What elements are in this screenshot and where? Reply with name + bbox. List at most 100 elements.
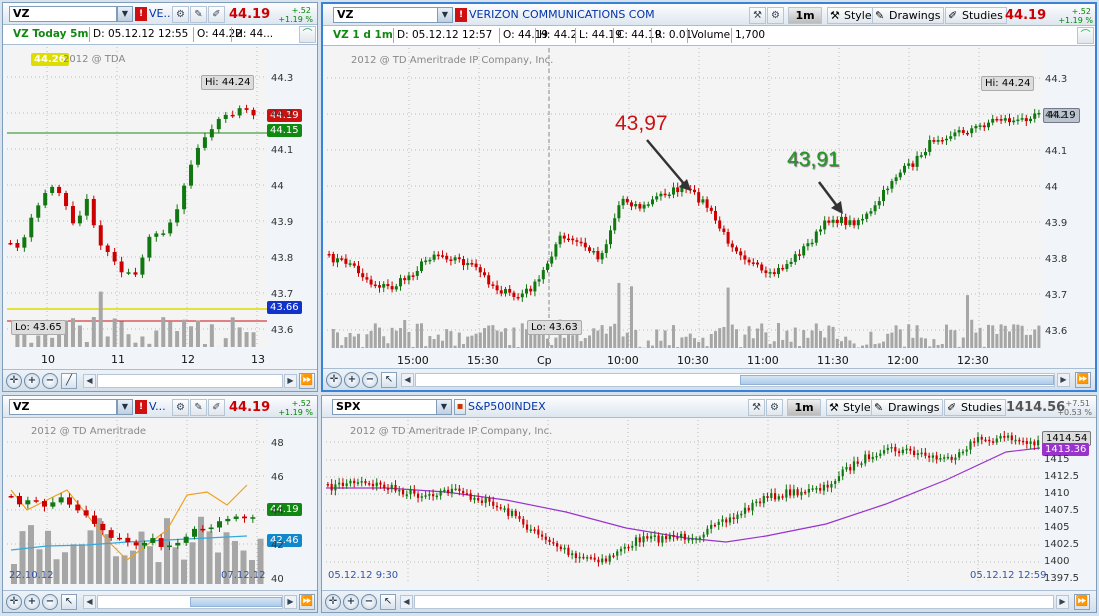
crosshair-icon[interactable]: ✛	[6, 373, 22, 389]
plug-icon[interactable]: ⚙	[766, 399, 783, 416]
candle-body	[613, 218, 617, 231]
aggregation-button[interactable]: 1m	[788, 7, 822, 24]
candle-body	[33, 500, 39, 502]
crosshair-icon[interactable]: ✛	[6, 594, 22, 610]
price-plot[interactable]: 2012 @ TD Ameritrade 22.10.12 07.12.12	[7, 420, 267, 584]
pan-icon[interactable]: ⏩	[299, 373, 315, 389]
candle-body	[522, 518, 525, 525]
price-plot[interactable]: 2012 @ TD Ameritrade IP Company, Inc. 05…	[326, 420, 1047, 584]
scroll-left-icon[interactable]: ◀	[400, 595, 413, 609]
dropdown-arrow-icon[interactable]: ▼	[437, 7, 453, 23]
zoom-out-icon[interactable]: −	[362, 372, 378, 388]
candle-body	[399, 278, 402, 287]
pin-icon[interactable]: ✐	[208, 399, 225, 416]
zoom-in-icon[interactable]: +	[344, 372, 360, 388]
pointer-icon[interactable]: ↖	[381, 372, 397, 388]
drawings-button[interactable]: ✎ Drawings	[872, 7, 945, 24]
zoom-in-icon[interactable]: +	[343, 594, 359, 610]
plug-icon[interactable]: ⚙	[172, 6, 189, 23]
style-icon: ⚒	[830, 9, 840, 22]
horizontal-scrollbar[interactable]	[414, 595, 1054, 609]
dropdown-arrow-icon[interactable]: ▼	[436, 399, 452, 415]
expand-icon[interactable]: ⌒	[1077, 27, 1094, 44]
aggregation-button[interactable]: 1m	[787, 399, 821, 416]
candle-body	[503, 508, 506, 510]
scroll-right-icon[interactable]: ▶	[284, 374, 297, 388]
candle-body	[50, 502, 56, 507]
scroll-right-icon[interactable]: ▶	[1056, 595, 1069, 609]
zoom-out-icon[interactable]: −	[361, 594, 377, 610]
pin-icon[interactable]: ✐	[208, 6, 225, 23]
pan-icon[interactable]: ⏩	[1075, 372, 1091, 388]
dropdown-arrow-icon[interactable]: ▼	[117, 6, 133, 22]
plug-icon[interactable]: ⚙	[767, 7, 784, 24]
scroll-left-icon[interactable]: ◀	[83, 374, 96, 388]
candle-body	[175, 542, 181, 546]
horizontal-scrollbar[interactable]	[97, 595, 283, 609]
candle-body	[869, 211, 873, 214]
pan-icon[interactable]: ⏩	[1074, 594, 1090, 610]
style-button[interactable]: ⚒ Style	[827, 7, 876, 24]
volume-bar	[793, 327, 797, 348]
volume-bar	[911, 337, 915, 348]
zoom-out-icon[interactable]: −	[42, 373, 58, 389]
volume-bar	[966, 295, 969, 348]
zoom-out-icon[interactable]: −	[42, 594, 58, 610]
price-plot[interactable]: 44.26 2012 @ TDA Hi: 44.24 Lo: 43.65	[7, 47, 267, 347]
candle-body	[75, 504, 81, 511]
studies-button[interactable]: ✐ Studies	[945, 7, 1007, 24]
pencil-icon[interactable]: ✎	[190, 6, 207, 23]
symbol-input[interactable]: VZ	[333, 7, 439, 23]
drawings-button[interactable]: ✎ Drawings	[871, 399, 944, 416]
expand-icon[interactable]: ⌒	[299, 26, 316, 43]
plug-icon[interactable]: ▪	[454, 399, 466, 415]
net-change: +.52	[291, 399, 311, 408]
candle-body	[777, 496, 780, 500]
horizontal-scrollbar[interactable]	[97, 374, 283, 388]
horizontal-scrollbar[interactable]	[415, 373, 1055, 387]
pointer-icon[interactable]: ↖	[380, 594, 396, 610]
crosshair-icon[interactable]: ✛	[325, 594, 341, 610]
alert-badge[interactable]: !	[135, 7, 147, 21]
scroll-thumb[interactable]	[190, 597, 282, 607]
chart-pane-vz-intraday: VZ ▼ ! VERIZON COMMUNICATIONS COM ⚒ ⚙ 1m…	[321, 2, 1097, 392]
volume-bar	[378, 327, 381, 348]
scroll-left-icon[interactable]: ◀	[83, 595, 96, 609]
scroll-left-icon[interactable]: ◀	[401, 373, 414, 387]
price-plot[interactable]: 2012 @ TD Ameritrade IP Company, Inc. Hi…	[327, 48, 1041, 348]
draw-icon[interactable]: ╱	[61, 373, 77, 389]
candle-body	[911, 163, 915, 167]
volume-bar	[894, 325, 898, 348]
wrench-icon[interactable]: ⚒	[749, 7, 766, 24]
alert-badge[interactable]: !	[455, 8, 467, 22]
dropdown-arrow-icon[interactable]: ▼	[117, 399, 133, 415]
x-tick-label: 12:00	[887, 354, 919, 367]
pan-icon[interactable]: ⏩	[299, 594, 315, 610]
zoom-in-icon[interactable]: +	[24, 594, 40, 610]
crosshair-icon[interactable]: ✛	[326, 372, 342, 388]
pointer-icon[interactable]: ↖	[61, 594, 77, 610]
volume-bar	[1029, 334, 1032, 348]
alert-badge[interactable]: !	[135, 400, 147, 414]
candle-body	[830, 483, 833, 488]
scroll-right-icon[interactable]: ▶	[284, 595, 297, 609]
volume-bar	[550, 344, 554, 348]
wrench-icon[interactable]: ⚒	[748, 399, 765, 416]
candle-body	[386, 488, 390, 490]
candle-body	[586, 557, 589, 559]
plug-icon[interactable]: ⚙	[172, 399, 189, 416]
symbol-input[interactable]: SPX	[332, 399, 438, 415]
zoom-in-icon[interactable]: +	[24, 373, 40, 389]
candle-body	[1029, 118, 1032, 122]
symbol-input[interactable]: VZ	[9, 6, 117, 22]
symbol-input[interactable]: VZ	[9, 399, 117, 415]
candle-body	[802, 246, 806, 256]
pencil-icon[interactable]: ✎	[190, 399, 207, 416]
scroll-right-icon[interactable]: ▶	[1057, 373, 1070, 387]
candle-body	[495, 505, 499, 508]
style-button[interactable]: ⚒ Style	[826, 399, 875, 416]
scroll-thumb[interactable]	[740, 375, 1054, 385]
candle-body	[697, 192, 701, 203]
studies-button[interactable]: ✐ Studies	[944, 399, 1006, 416]
pane-toolbar: VZ ▼ ! VERIZON COMMUNICATIONS COM ⚒ ⚙ 1m…	[323, 4, 1095, 26]
